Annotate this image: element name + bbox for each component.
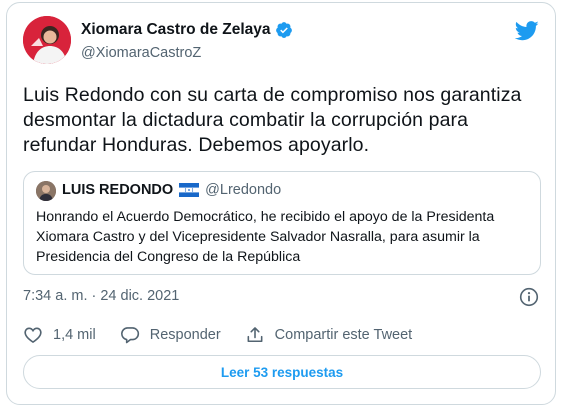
share-label: Compartir este Tweet [274, 327, 413, 343]
quoted-text-line: Xiomara Castro y del Vicepresidente Salv… [36, 229, 480, 245]
author-name[interactable]: Xiomara Castro de Zelaya [81, 21, 271, 39]
heart-icon [24, 327, 42, 344]
tweet-text-line: refundar Honduras. Debemos apoyarlo. [23, 134, 370, 156]
read-replies-button[interactable]: Leer 53 respuestas [23, 355, 541, 389]
tweet-card: Xiomara Castro de Zelaya @XiomaraCastroZ… [6, 2, 556, 405]
quoted-author-handle: @Lredondo [205, 182, 282, 198]
quoted-text-line: Presidencia del Congreso de la República [36, 249, 301, 265]
tweet-text: Luis Redondo con su carta de compromiso … [23, 83, 543, 158]
info-icon[interactable] [519, 287, 539, 307]
tweet-actions: 1,4 mil Responder Compartir este Tweet [23, 325, 436, 345]
share-icon [247, 327, 263, 343]
quoted-author-name: LUIS REDONDO [62, 182, 174, 198]
author-avatar[interactable] [23, 16, 71, 64]
tweet-text-line: desmontar la dictadura combatir la corru… [23, 109, 469, 131]
author-name-row[interactable]: Xiomara Castro de Zelaya [81, 21, 293, 39]
reply-label: Responder [149, 327, 221, 343]
share-button[interactable]: Compartir este Tweet [245, 325, 413, 345]
read-replies-label: Leer 53 respuestas [220, 364, 344, 380]
quoted-header: LUIS REDONDO @Lredondo [62, 182, 281, 198]
honduras-flag-icon [179, 183, 200, 197]
verified-badge-icon [275, 21, 293, 39]
quoted-text-line: Honrando el Acuerdo Democrático, he reci… [36, 209, 495, 225]
reply-button[interactable]: Responder [120, 325, 221, 345]
quoted-tweet[interactable]: LUIS REDONDO @Lredondo Honrando el Acuer… [23, 171, 541, 275]
reply-icon [120, 327, 139, 344]
tweet-text-line: Luis Redondo con su carta de compromiso … [23, 84, 522, 106]
author-handle[interactable]: @XiomaraCastroZ [81, 45, 201, 61]
quoted-author-avatar [36, 181, 56, 201]
like-button[interactable]: 1,4 mil [23, 325, 96, 345]
quoted-tweet-text: Honrando el Acuerdo Democrático, he reci… [36, 207, 531, 267]
tweet-timestamp[interactable]: 7:34 a. m. · 24 dic. 2021 [23, 288, 179, 304]
like-count: 1,4 mil [53, 327, 96, 343]
twitter-bird-icon[interactable] [514, 21, 539, 41]
